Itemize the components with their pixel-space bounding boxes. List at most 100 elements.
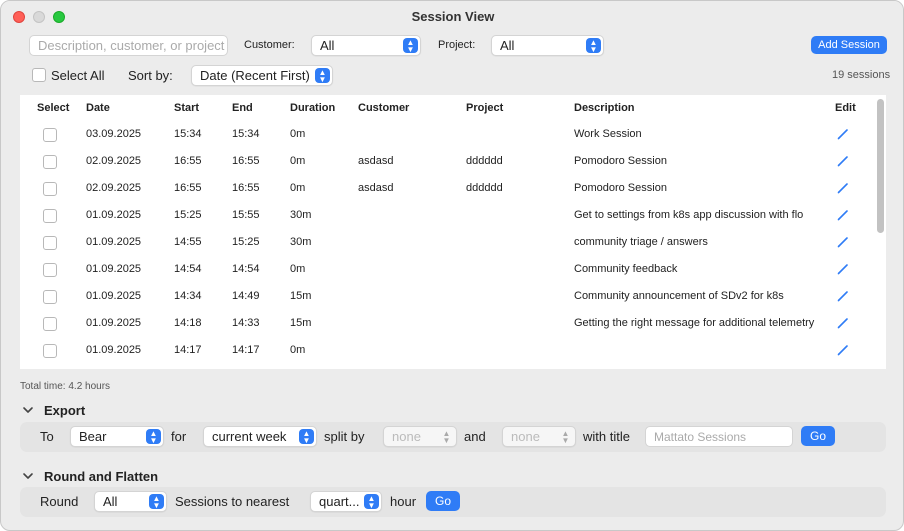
select-all-label: Select All: [51, 68, 105, 83]
pencil-icon[interactable]: [836, 289, 850, 303]
pencil-icon[interactable]: [836, 208, 850, 222]
cell-date: 01.09.2025: [86, 236, 142, 248]
cell-start: 15:34: [174, 128, 202, 140]
chevron-updown-icon: ▲ ▼: [315, 68, 330, 84]
project-select-value: All: [500, 38, 515, 53]
cell-description: community triage / answers: [574, 236, 708, 248]
row-select-checkbox[interactable]: [43, 182, 57, 196]
pencil-icon[interactable]: [836, 343, 850, 357]
cell-start: 14:18: [174, 317, 202, 329]
column-header-edit[interactable]: Edit: [835, 102, 856, 114]
pencil-icon[interactable]: [836, 181, 850, 195]
window-title: Session View: [411, 9, 495, 24]
cell-date: 01.09.2025: [86, 344, 142, 356]
cell-duration: 0m: [290, 263, 306, 275]
column-header-description[interactable]: Description: [574, 102, 635, 114]
round-nearest-value: quart...: [319, 494, 360, 509]
export-and-label: and: [464, 429, 486, 444]
round-label: Round: [40, 494, 79, 509]
select-all-checkbox[interactable]: [32, 68, 46, 82]
sort-select-value: Date (Recent First): [200, 68, 310, 83]
cell-end: 16:55: [232, 155, 260, 167]
column-header-select[interactable]: Select: [37, 102, 69, 114]
row-select-checkbox[interactable]: [43, 155, 57, 169]
cell-customer: asdasd: [358, 155, 394, 167]
pencil-icon[interactable]: [836, 235, 850, 249]
cell-date: 01.09.2025: [86, 209, 142, 221]
cell-start: 14:17: [174, 344, 202, 356]
column-header-duration[interactable]: Duration: [290, 102, 335, 114]
cell-end: 14:49: [232, 290, 260, 302]
column-header-date[interactable]: Date: [86, 102, 110, 114]
pencil-icon[interactable]: [836, 154, 850, 168]
project-label: Project:: [438, 39, 476, 51]
cell-end: 15:55: [232, 209, 260, 221]
table-row[interactable]: 01.09.2025 15:25 15:55 30m Get to settings f…: [20, 202, 872, 229]
column-header-customer[interactable]: Customer: [358, 102, 409, 114]
row-select-checkbox[interactable]: [43, 344, 57, 358]
export-title-input[interactable]: Mattato Sessions: [645, 426, 793, 447]
cell-duration: 15m: [290, 290, 312, 302]
export-and-select[interactable]: none ▲ ▼: [502, 426, 576, 447]
scrollbar-thumb[interactable]: [877, 99, 884, 233]
cell-end: 14:33: [232, 317, 260, 329]
customer-select[interactable]: All ▲ ▼: [311, 35, 421, 56]
cell-description: Getting the right message for additional…: [574, 317, 815, 329]
add-session-button[interactable]: Add Session: [811, 36, 887, 54]
cell-date: 02.09.2025: [86, 155, 142, 167]
round-nearest-select[interactable]: quart... ▲ ▼: [310, 491, 382, 512]
round-go-button[interactable]: Go: [426, 491, 460, 511]
table-row[interactable]: 01.09.2025 14:55 15:25 30m community triage …: [20, 229, 872, 256]
search-input[interactable]: Description, customer, or project: [29, 35, 228, 56]
table-row[interactable]: 01.09.2025 14:18 14:33 15m Getting the right…: [20, 310, 872, 337]
export-period-select[interactable]: current week ▲ ▼: [203, 426, 317, 447]
round-scope-select[interactable]: All ▲ ▼: [94, 491, 167, 512]
cell-date: 01.09.2025: [86, 290, 142, 302]
cell-date: 03.09.2025: [86, 128, 142, 140]
cell-start: 15:25: [174, 209, 202, 221]
cell-duration: 0m: [290, 155, 306, 167]
table-row[interactable]: 01.09.2025 14:17 14:17 0m: [20, 337, 872, 364]
project-select[interactable]: All ▲ ▼: [491, 35, 604, 56]
export-title-label: with title: [583, 429, 630, 444]
row-select-checkbox[interactable]: [43, 290, 57, 304]
export-split-select[interactable]: none ▲ ▼: [383, 426, 457, 447]
cell-end: 16:55: [232, 182, 260, 194]
cell-end: 15:34: [232, 128, 260, 140]
session-view-window: Session View Description, customer, or p…: [0, 0, 904, 531]
table-row[interactable]: 03.09.2025 15:34 15:34 0m Work Session: [20, 121, 872, 148]
cell-start: 16:55: [174, 155, 202, 167]
round-scope-value: All: [103, 494, 118, 509]
table-scrollbar[interactable]: [877, 99, 884, 361]
chevron-updown-icon: ▲ ▼: [586, 38, 601, 54]
pencil-icon[interactable]: [836, 262, 850, 276]
column-header-project[interactable]: Project: [466, 102, 503, 114]
row-select-checkbox[interactable]: [43, 317, 57, 331]
sort-select[interactable]: Date (Recent First) ▲ ▼: [191, 65, 333, 86]
pencil-icon[interactable]: [836, 316, 850, 330]
round-section-title[interactable]: Round and Flatten: [44, 469, 158, 484]
row-select-checkbox[interactable]: [43, 263, 57, 277]
export-to-select[interactable]: Bear ▲ ▼: [70, 426, 164, 447]
table-row[interactable]: 01.09.2025 14:34 14:49 15m Community announc…: [20, 283, 872, 310]
chevron-updown-icon: ▲ ▼: [364, 494, 379, 510]
cell-project: dddddd: [466, 155, 503, 167]
cell-duration: 0m: [290, 128, 306, 140]
table-row[interactable]: 02.09.2025 16:55 16:55 0m asdasd dddddd Pomodo…: [20, 148, 872, 175]
pencil-icon[interactable]: [836, 127, 850, 141]
column-header-end[interactable]: End: [232, 102, 253, 114]
row-select-checkbox[interactable]: [43, 128, 57, 142]
chevron-down-icon[interactable]: [22, 470, 34, 482]
sessions-table: Select Date Start End Duration Customer …: [20, 95, 886, 369]
column-header-start[interactable]: Start: [174, 102, 199, 114]
cell-end: 14:54: [232, 263, 260, 275]
export-go-button[interactable]: Go: [801, 426, 835, 446]
table-row[interactable]: 01.09.2025 14:54 14:54 0m Community feedback: [20, 256, 872, 283]
cell-customer: asdasd: [358, 182, 394, 194]
row-select-checkbox[interactable]: [43, 209, 57, 223]
cell-date: 01.09.2025: [86, 317, 142, 329]
table-row[interactable]: 02.09.2025 16:55 16:55 0m asdasd dddddd Pomodo…: [20, 175, 872, 202]
session-count: 19 sessions: [832, 69, 891, 81]
cell-end: 15:25: [232, 236, 260, 248]
row-select-checkbox[interactable]: [43, 236, 57, 250]
